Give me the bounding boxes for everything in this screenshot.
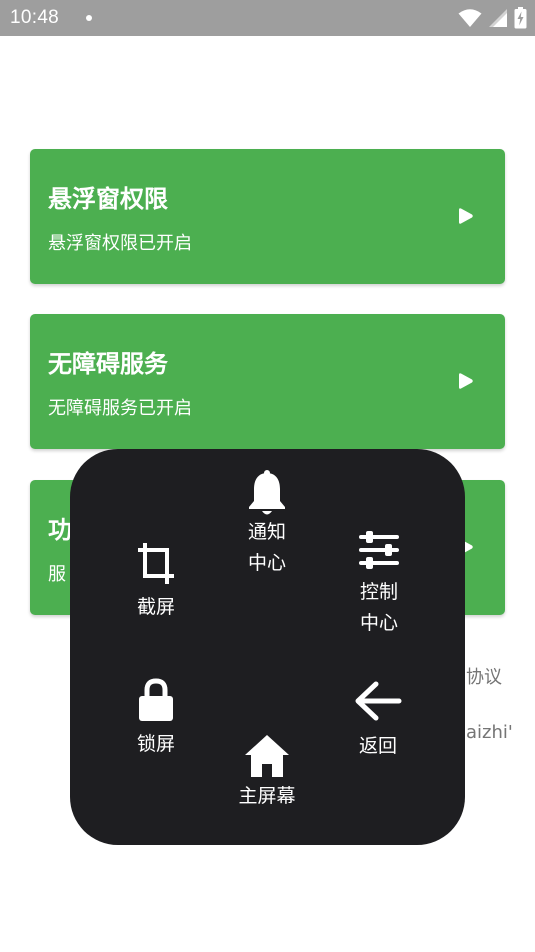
notification-center-button[interactable]: 通知 中心: [227, 469, 307, 579]
card-title: 无障碍服务: [48, 350, 168, 378]
status-time: 10:48: [10, 7, 60, 28]
screen: 10:48 悬浮窗权限 悬浮窗权限已开启 无障碍服务 无障碍服务已开启 功 服 …: [0, 0, 535, 952]
menu-label: 主屏幕: [238, 785, 296, 807]
screenshot-button[interactable]: 截屏: [116, 540, 196, 623]
play-arrow-icon: [459, 373, 473, 389]
card-title: 悬浮窗权限: [48, 185, 168, 213]
card-accessibility-service[interactable]: 无障碍服务 无障碍服务已开启: [30, 314, 505, 449]
menu-label: 通知 中心: [247, 521, 286, 574]
card-subtitle: 悬浮窗权限已开启: [48, 233, 192, 254]
home-icon: [245, 735, 289, 777]
home-button[interactable]: 主屏幕: [222, 733, 312, 812]
sliders-icon: [359, 531, 399, 569]
pinyin-text-fragment: aizhi': [466, 722, 513, 743]
menu-label: 返回: [358, 735, 397, 757]
status-icons: [458, 7, 527, 29]
agreement-link-fragment[interactable]: 协议: [466, 663, 502, 689]
arrow-left-icon: [355, 681, 402, 721]
menu-label: 控制 中心: [359, 581, 398, 634]
status-bar: 10:48: [0, 0, 535, 36]
card-overlay-permission[interactable]: 悬浮窗权限 悬浮窗权限已开启: [30, 149, 505, 284]
bell-icon: [249, 470, 285, 515]
card-subtitle: 无障碍服务已开启: [48, 398, 192, 419]
signal-icon: [489, 9, 507, 27]
battery-charging-icon: [514, 7, 527, 29]
card-title: 功: [48, 516, 72, 544]
notification-dot-icon: [86, 15, 92, 21]
wifi-icon: [458, 9, 482, 27]
back-button[interactable]: 返回: [338, 681, 418, 762]
floating-menu: 通知 中心 截屏 控制 中心 锁屏 返回 主屏幕: [70, 449, 465, 845]
lock-icon: [139, 678, 173, 721]
menu-label: 截屏: [136, 596, 175, 618]
control-center-button[interactable]: 控制 中心: [339, 529, 419, 639]
play-arrow-icon: [459, 208, 473, 224]
lock-screen-button[interactable]: 锁屏: [116, 677, 196, 760]
crop-icon: [138, 543, 174, 584]
card-subtitle: 服: [48, 564, 66, 585]
menu-label: 锁屏: [136, 733, 175, 755]
